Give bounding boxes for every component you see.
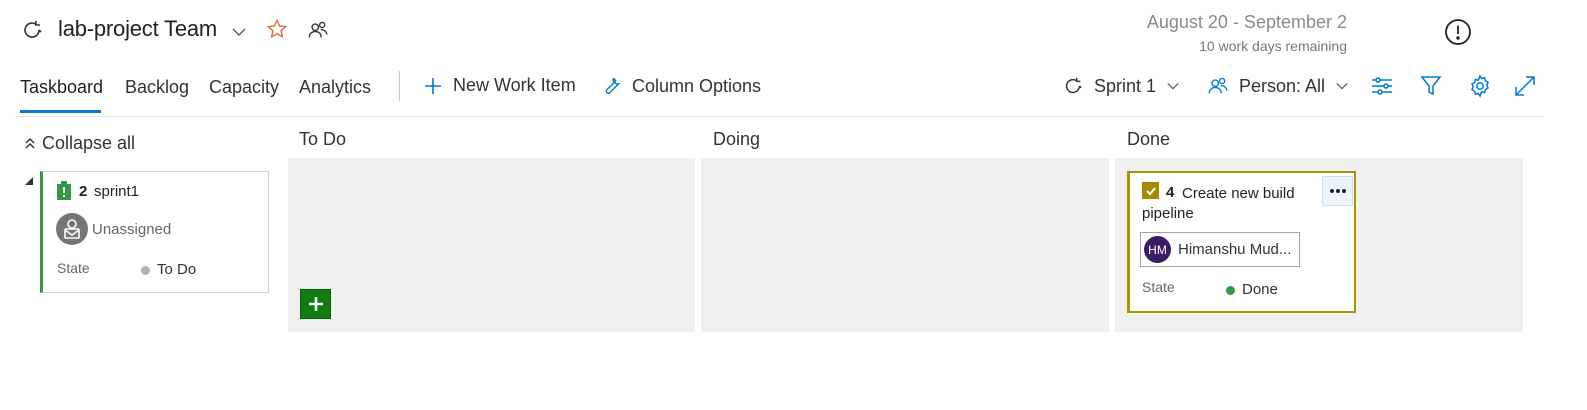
alert-info-icon[interactable] — [1444, 18, 1472, 46]
tab-capacity[interactable]: Capacity — [209, 77, 279, 98]
parent-work-item-card[interactable]: 2 sprint1 Unassigned State To Do — [40, 171, 269, 293]
header-divider — [15, 116, 1543, 117]
unassigned-avatar-icon[interactable] — [56, 213, 88, 245]
new-work-item-label: New Work Item — [453, 75, 576, 95]
sprint-date-range: August 20 - September 2 — [1146, 12, 1347, 32]
favorite-star-icon[interactable] — [266, 18, 288, 40]
view-options-icon[interactable] — [1370, 74, 1394, 98]
person-filter-label: Person: All — [1239, 75, 1326, 96]
filter-icon[interactable] — [1419, 74, 1443, 98]
task-card[interactable]: 4 Create new build pipeline HM Himanshu … — [1127, 171, 1356, 313]
state-field-label: State — [57, 260, 90, 276]
avatar: HM — [1144, 236, 1171, 263]
active-tab-indicator — [20, 110, 101, 113]
task-title[interactable]: Create new build pipeline — [1142, 184, 1322, 224]
collapse-all-label: Collapse all — [42, 133, 136, 153]
assignee-name: Himanshu Mud... — [1178, 241, 1292, 258]
sprint-picker-label: Sprint 1 — [1094, 75, 1157, 96]
column-header-done: Done — [1127, 129, 1171, 149]
state-value[interactable]: To Do — [157, 261, 196, 278]
toolbar-divider — [399, 71, 400, 101]
team-title[interactable]: lab-project Team — [58, 16, 217, 42]
plus-icon — [425, 77, 441, 94]
work-days-remaining: 10 work days remaining — [1199, 38, 1347, 54]
column-options-button[interactable]: Column Options — [600, 75, 761, 97]
state-dot-icon — [141, 266, 150, 275]
assignee-label: Unassigned — [92, 221, 172, 238]
tab-analytics[interactable]: Analytics — [299, 77, 371, 98]
tab-backlog[interactable]: Backlog — [125, 77, 189, 98]
new-work-item-button[interactable]: New Work Item — [423, 75, 576, 96]
chevron-down-icon — [1336, 82, 1348, 90]
double-chevron-up-icon — [25, 137, 35, 148]
doing-lane[interactable] — [701, 158, 1109, 332]
ellipsis-icon — [1329, 189, 1346, 193]
sprint-cycle-icon — [1065, 77, 1082, 94]
work-item-title[interactable]: sprint1 — [94, 183, 139, 200]
person-filter[interactable]: Person: All — [1207, 75, 1349, 97]
assignee-picker[interactable]: HM Himanshu Mud... — [1140, 232, 1300, 267]
chevron-down-icon — [1167, 82, 1179, 90]
team-members-icon[interactable] — [307, 19, 329, 41]
plus-icon — [308, 297, 323, 311]
tab-taskboard[interactable]: Taskboard — [20, 77, 103, 98]
todo-lane[interactable] — [288, 158, 695, 332]
more-actions-button[interactable] — [1322, 176, 1353, 206]
people-icon — [1208, 77, 1228, 94]
add-task-button[interactable] — [300, 289, 331, 319]
backlog-item-icon — [57, 181, 71, 200]
work-item-id: 2 — [79, 183, 88, 200]
state-field-label: State — [1142, 279, 1175, 295]
wrench-icon — [605, 77, 621, 94]
chevron-down-icon[interactable] — [231, 24, 247, 40]
column-header-doing: Doing — [713, 129, 761, 149]
expand-triangle-icon[interactable] — [24, 176, 34, 186]
gear-icon[interactable] — [1468, 74, 1492, 98]
fullscreen-icon[interactable] — [1513, 74, 1537, 98]
state-dot-icon — [1226, 286, 1235, 295]
state-value[interactable]: Done — [1242, 281, 1278, 298]
column-header-todo: To Do — [299, 129, 347, 149]
collapse-all-button[interactable]: Collapse all — [24, 133, 135, 154]
sprint-picker[interactable]: Sprint 1 — [1062, 75, 1180, 97]
sprint-cycle-icon — [20, 18, 44, 42]
column-options-label: Column Options — [632, 75, 762, 96]
